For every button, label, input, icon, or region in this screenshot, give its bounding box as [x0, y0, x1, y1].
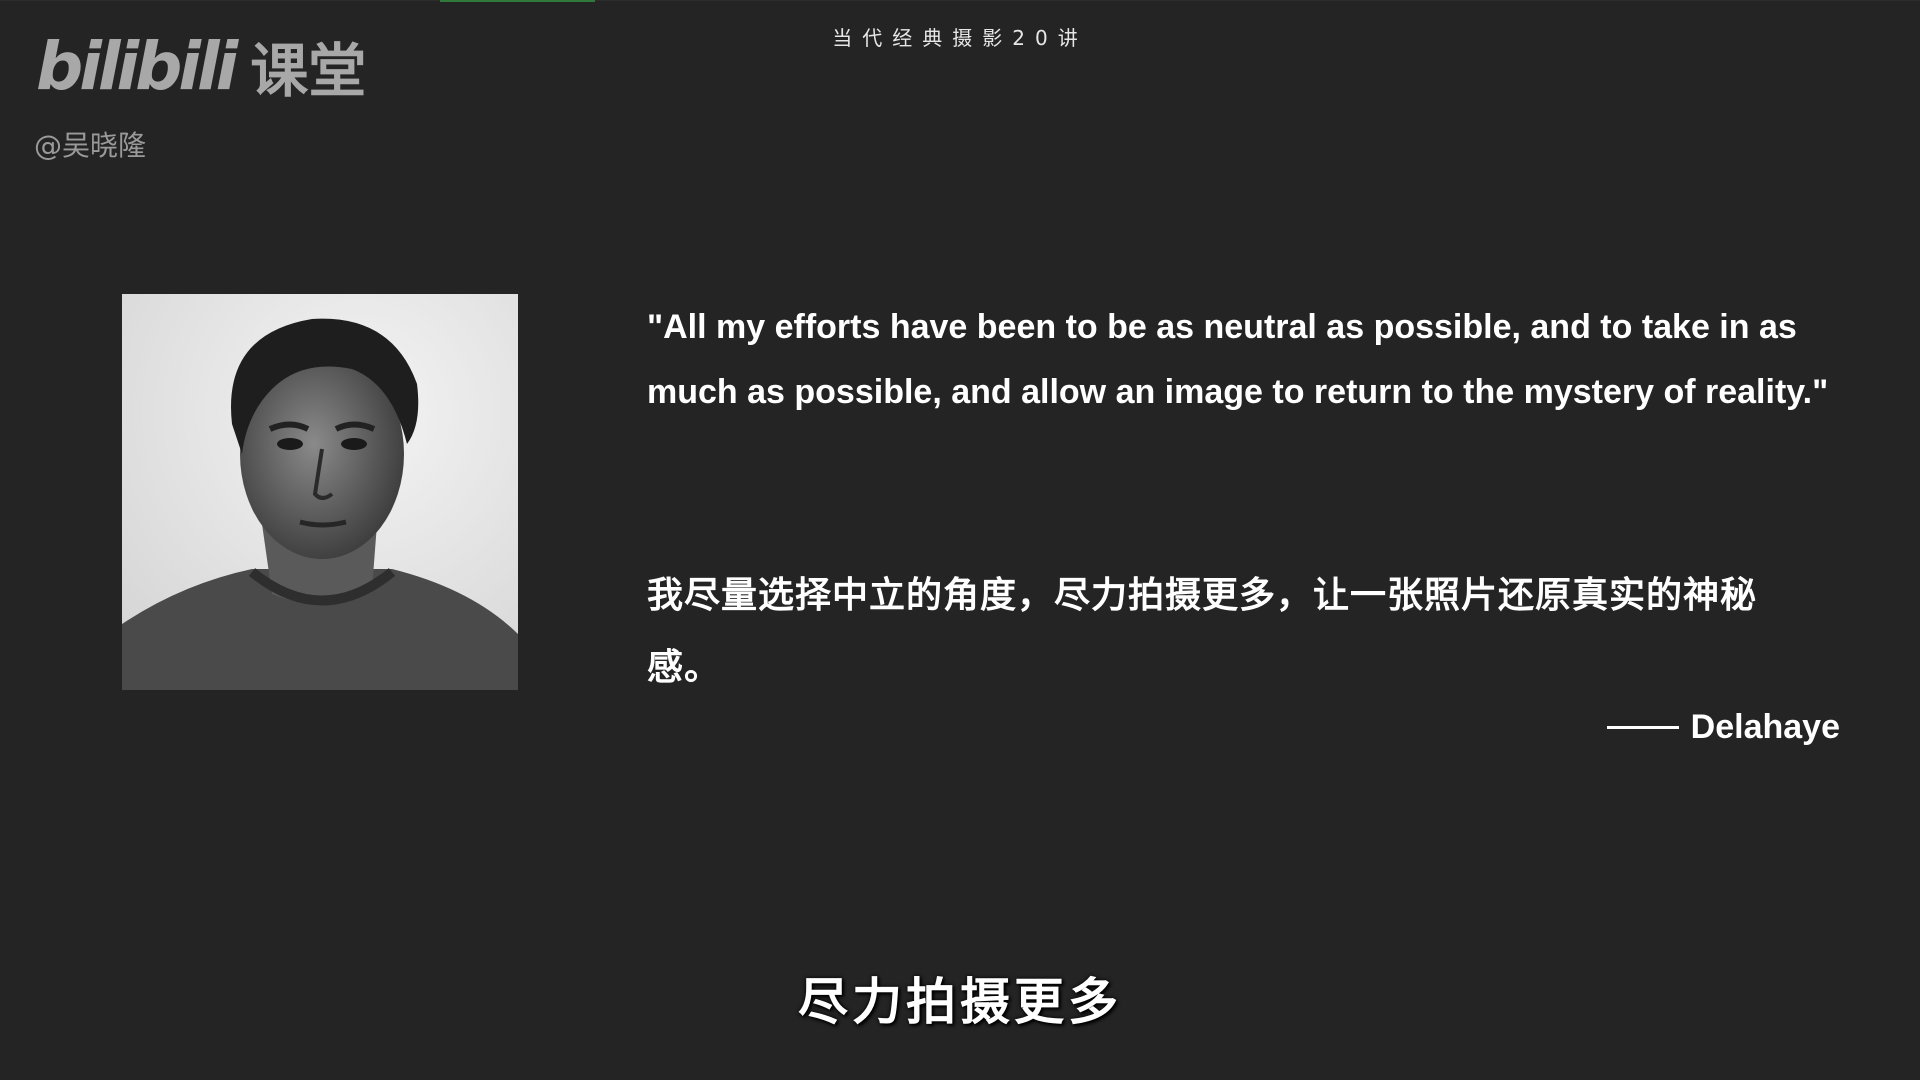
quote-author: Delahaye: [1690, 708, 1840, 746]
photographer-portrait: [122, 294, 518, 690]
quote-chinese: 我尽量选择中立的角度，尽力拍摄更多，让一张照片还原真实的神秘感。: [647, 575, 1758, 688]
logo-suffix: 课堂: [250, 37, 367, 105]
quote-english: "All my efforts have been to be as neutr…: [647, 308, 1829, 411]
quote-attribution: Delahaye: [1606, 708, 1840, 747]
top-edge-line: [0, 0, 1920, 1]
logo-wordmark: bilibili: [36, 28, 238, 105]
author-handle: @吴晓隆: [34, 129, 147, 162]
video-subtitle: 尽力拍摄更多: [798, 973, 1122, 1031]
portrait-illustration: [122, 294, 518, 690]
progress-accent: [440, 0, 595, 2]
attribution-dash: [1606, 726, 1679, 729]
bilibili-course-logo: bilibili 课堂: [36, 28, 367, 105]
